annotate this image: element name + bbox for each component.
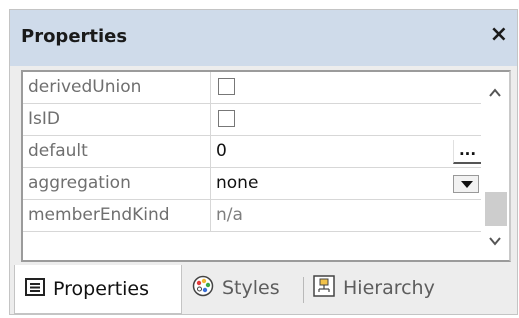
default-value-field[interactable]: 0 ... xyxy=(211,136,481,167)
hierarchy-icon xyxy=(313,274,335,302)
property-row-aggregation: aggregation none xyxy=(23,168,481,200)
dropdown-arrow-icon[interactable] xyxy=(453,175,479,193)
scroll-down-icon[interactable] xyxy=(488,234,502,248)
ellipsis-button[interactable]: ... xyxy=(453,140,481,164)
scrollbar-thumb[interactable] xyxy=(485,192,507,226)
properties-icon xyxy=(25,277,45,301)
close-button[interactable]: × xyxy=(490,24,508,46)
property-row-default: default 0 ... xyxy=(23,136,481,168)
property-value xyxy=(211,104,481,135)
property-row-memberendkind: memberEndKind n/a xyxy=(23,200,481,232)
palette-icon xyxy=(192,275,214,302)
tab-hierarchy[interactable]: Hierarchy xyxy=(313,265,435,311)
isid-checkbox[interactable] xyxy=(218,110,235,127)
property-name: default xyxy=(23,136,211,167)
property-row-isid: IsID xyxy=(23,104,481,136)
property-grid: derivedUnion IsID default 0 ... aggregat… xyxy=(21,70,511,262)
window-title: Properties xyxy=(21,26,128,47)
property-name: derivedUnion xyxy=(23,72,211,103)
property-list: derivedUnion IsID default 0 ... aggregat… xyxy=(23,72,481,260)
derivedunion-checkbox[interactable] xyxy=(218,78,235,95)
tab-properties[interactable]: Properties xyxy=(14,265,182,314)
title-bar: Properties × xyxy=(10,10,517,66)
tab-properties-label: Properties xyxy=(53,278,150,300)
tab-styles-label: Styles xyxy=(222,277,280,299)
property-value xyxy=(211,72,481,103)
property-name: IsID xyxy=(23,104,211,135)
property-name: memberEndKind xyxy=(23,200,211,231)
default-value-text: 0 xyxy=(216,141,227,161)
scroll-up-icon[interactable] xyxy=(488,86,502,100)
aggregation-select[interactable]: none xyxy=(211,168,481,199)
tab-separator xyxy=(303,277,304,303)
aggregation-value: none xyxy=(216,173,259,193)
vertical-scrollbar[interactable] xyxy=(481,72,509,260)
property-value-readonly: n/a xyxy=(216,205,243,225)
tab-bar: Properties Styles Hierarchy xyxy=(14,265,494,314)
tab-styles[interactable]: Styles xyxy=(192,265,280,311)
property-name: aggregation xyxy=(23,168,211,199)
tab-hierarchy-label: Hierarchy xyxy=(343,277,435,299)
property-row-derivedunion: derivedUnion xyxy=(23,72,481,104)
properties-window: Properties × derivedUnion IsID default 0 xyxy=(9,9,518,315)
